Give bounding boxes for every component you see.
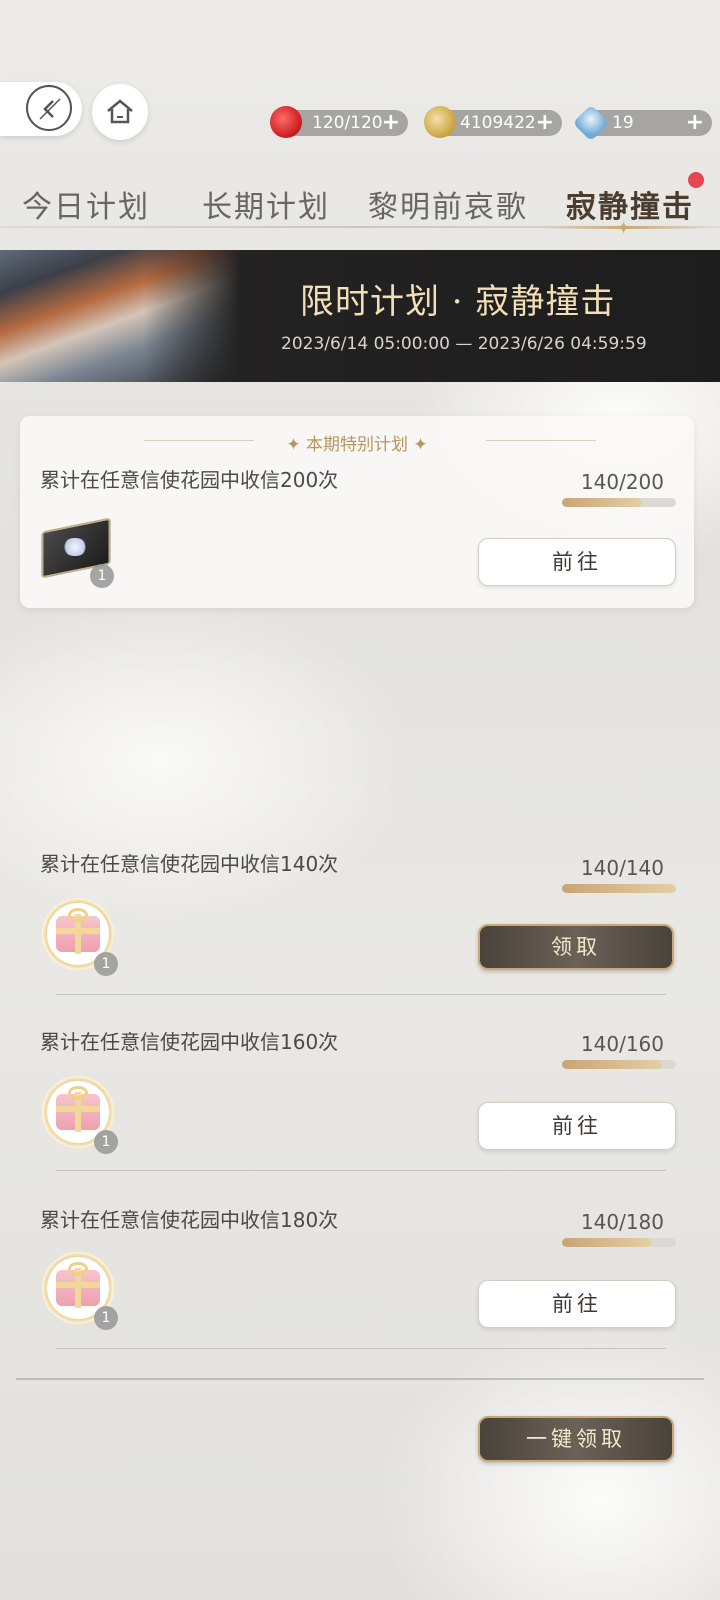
banner-characters-image: [0, 250, 240, 382]
banner-title: 限时计划 · 寂静撞击: [300, 282, 616, 322]
ribbon: [56, 1106, 100, 1112]
reward-count: 1: [94, 1130, 118, 1154]
reward-item[interactable]: 1: [42, 898, 118, 976]
bottom-divider: [16, 1378, 704, 1380]
energy-resource[interactable]: 120/120 +: [270, 106, 408, 138]
go-button[interactable]: 前往: [478, 1102, 676, 1150]
special-plan-card: ✦ 本期特别计划 ✦ 累计在任意信使花园中收信200次 140/200 1 前往: [20, 416, 694, 608]
apple-icon: [270, 106, 302, 138]
diamonds-value: 19: [612, 113, 634, 133]
special-plan-header: ✦ 本期特别计划 ✦: [286, 435, 428, 455]
coins-resource[interactable]: 4109422 +: [424, 106, 562, 138]
task-progress: 140/140: [580, 856, 664, 880]
go-button[interactable]: 前往: [478, 1280, 676, 1328]
task-title: 累计在任意信使花园中收信200次: [40, 468, 339, 492]
ribbon: [56, 928, 100, 934]
sparkle-icon: ✦: [616, 218, 632, 239]
reward-count: 1: [94, 952, 118, 976]
progress-bar-fill: [562, 1060, 662, 1069]
event-banner: 限时计划 · 寂静撞击 2023/6/14 05:00:00 — 2023/6/…: [0, 250, 720, 382]
add-energy-icon[interactable]: +: [382, 110, 400, 136]
task-title: 累计在任意信使花园中收信160次: [40, 1030, 339, 1054]
tab-long-term[interactable]: 长期计划: [202, 182, 330, 226]
progress-bar-fill: [562, 884, 676, 893]
reward-item[interactable]: 1: [38, 510, 114, 588]
back-icon: [26, 85, 72, 131]
bow: [68, 1086, 88, 1100]
task-progress: 140/180: [580, 1210, 664, 1234]
energy-value: 120/120: [312, 113, 383, 133]
ribbon: [56, 1282, 100, 1288]
claim-button[interactable]: 领取: [478, 924, 674, 970]
home-icon: [107, 99, 133, 124]
progress-bar: [562, 884, 676, 893]
add-coins-icon[interactable]: +: [536, 110, 554, 136]
divider: [56, 1170, 666, 1171]
bow: [68, 908, 88, 922]
notification-badge: [688, 172, 704, 188]
divider: [56, 1348, 666, 1349]
progress-bar-fill: [562, 498, 642, 507]
tab-dawn-elegy[interactable]: 黎明前哀歌: [368, 182, 528, 226]
coin-icon: [424, 106, 456, 138]
reward-item[interactable]: 1: [42, 1076, 118, 1154]
add-diamonds-icon[interactable]: +: [686, 110, 704, 136]
tab-daily[interactable]: 今日计划: [22, 182, 150, 226]
progress-bar: [562, 1060, 676, 1069]
diamond-icon: [572, 104, 610, 142]
task-progress: 140/160: [580, 1032, 664, 1056]
divider: [486, 440, 596, 441]
reward-count: 1: [90, 564, 114, 588]
reward-count: 1: [94, 1306, 118, 1330]
banner-date-range: 2023/6/14 05:00:00 — 2023/6/26 04:59:59: [281, 334, 647, 354]
reward-item[interactable]: 1: [42, 1252, 118, 1330]
home-button[interactable]: [92, 84, 148, 140]
go-button[interactable]: 前往: [478, 538, 676, 586]
progress-bar: [562, 498, 676, 507]
progress-bar-fill: [562, 1238, 651, 1247]
divider: [56, 994, 666, 995]
back-button[interactable]: [0, 82, 82, 136]
diamonds-resource[interactable]: 19 +: [572, 104, 712, 142]
task-title: 累计在任意信使花园中收信140次: [40, 852, 339, 876]
claim-all-button[interactable]: 一键领取: [478, 1416, 674, 1462]
flower-icon: [62, 538, 88, 556]
progress-bar: [562, 1238, 676, 1247]
task-progress: 140/200: [580, 470, 664, 494]
coins-value: 4109422: [460, 113, 536, 133]
task-title: 累计在任意信使花园中收信180次: [40, 1208, 339, 1232]
bow: [68, 1262, 88, 1276]
